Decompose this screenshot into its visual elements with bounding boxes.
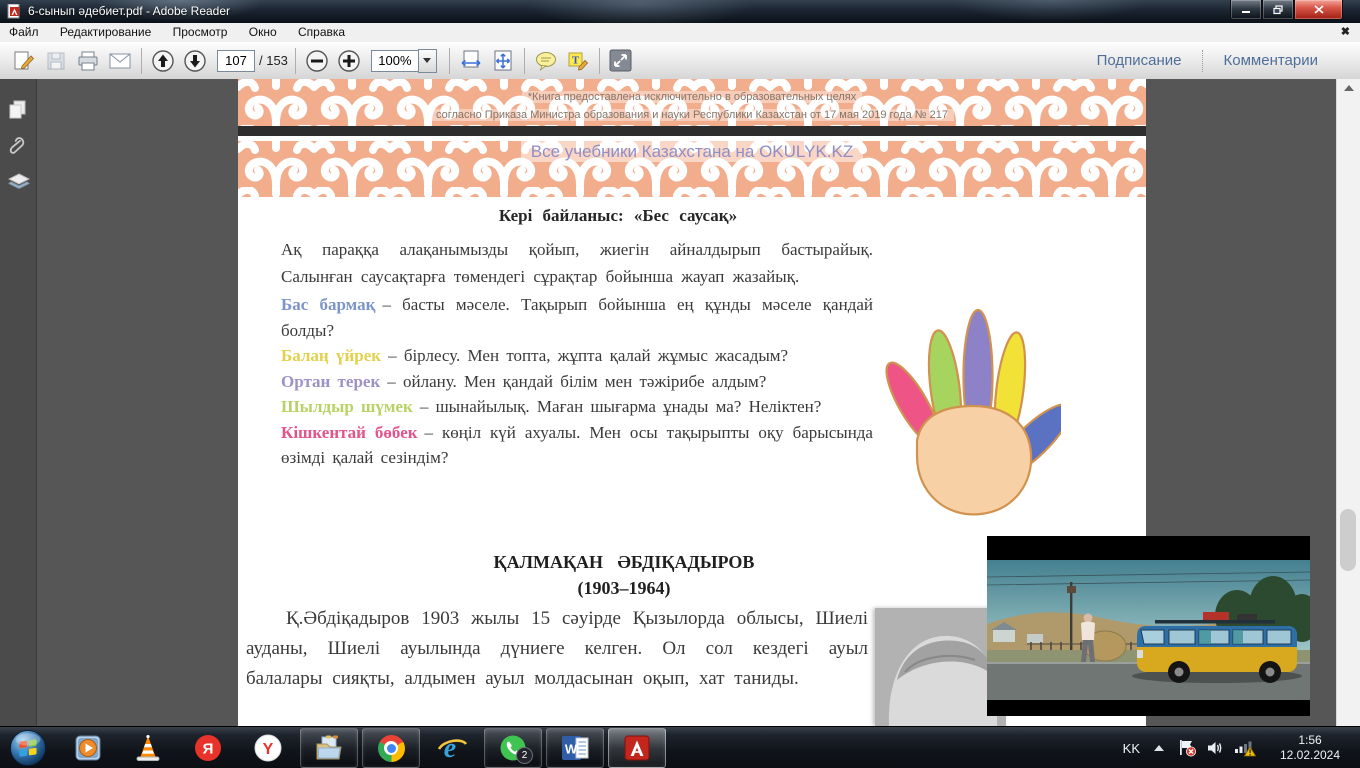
attachments-paperclip-button[interactable] [8,135,28,166]
menu-bar: Файл Редактирование Просмотр Окно Справк… [0,23,1360,43]
title-bar: 6-сынып әдебиет.pdf - Adobe Reader [0,0,1360,23]
signing-panel-button[interactable]: Подписание [1077,52,1202,69]
window-title: 6-сынып әдебиет.pdf - Adobe Reader [28,4,231,18]
fit-width-button[interactable] [455,47,487,75]
document-viewport: *Книга предоставлена исключительно в обр… [0,79,1360,726]
fit-page-button[interactable] [487,47,519,75]
zoom-level-input[interactable] [370,49,418,72]
finger-item: Балаң үйрек – бірлесу. Мен топта, жұпта қ… [281,343,873,369]
zoom-in-button[interactable] [333,47,365,75]
watermark-line-1: *Книга предоставлена исключительно в обр… [238,89,1146,105]
section-heading: Кері байланыс: «Бес саусақ» [498,206,738,225]
whatsapp-unread-badge: 2 [516,747,533,764]
menubar-close-icon[interactable]: ✖ [1341,25,1350,38]
page-number-input[interactable] [217,49,255,72]
finger-name: Ортан терек [281,371,381,391]
scrollbar-thumb[interactable] [1340,509,1356,571]
comment-bubble-button[interactable] [530,47,562,75]
svg-text:T: T [572,54,580,66]
finger-name: Балаң үйрек [281,346,382,365]
menu-item-help[interactable]: Справка [289,23,354,42]
volume-icon[interactable] [1207,740,1224,756]
scroll-up-arrow-icon[interactable] [1344,85,1354,91]
taskbar-media-player-button[interactable] [60,729,116,767]
menu-item-edit[interactable]: Редактирование [51,23,160,42]
author-heading-block: ҚАЛМАҚАН ӘБДІҚАДЫРОВ (1903–1964) [238,549,1010,601]
start-button[interactable] [8,728,48,768]
page-gap [238,126,1146,136]
svg-text:e: e [444,733,456,763]
menu-item-file[interactable]: Файл [0,23,48,42]
system-tray: KK 1:56 12.02.2024 [1123,733,1360,763]
pdf-page-previous: *Книга предоставлена исключительно в обр… [238,79,1146,126]
clock-time: 1:56 [1298,733,1322,747]
language-indicator[interactable]: KK [1123,741,1140,756]
taskbar-internet-explorer-button[interactable]: e [424,729,480,767]
menu-item-view[interactable]: Просмотр [164,23,237,42]
finger-name: Шылдыр шүмек [281,397,413,416]
finger-text: – бірлесу. Мен топта, жұпта қалай жұмыс … [388,346,789,365]
bio-partial-line: таниды. [734,668,799,689]
taskbar-whatsapp-button[interactable]: 2 [484,728,542,768]
email-button[interactable] [104,47,136,75]
page-thumbnails-button[interactable] [8,99,28,126]
intro-paragraph: Ақ параққа алақанымызды қойып, жиегін ай… [281,240,873,286]
save-button[interactable] [40,47,72,75]
minimize-button[interactable] [1230,0,1262,20]
clock-date: 12.02.2024 [1279,748,1341,762]
taskbar-adobe-reader-button[interactable] [608,728,666,768]
finger-item: Ортан терек – ойлану. Мен қандай білім ме… [281,369,873,395]
desktop: 6-сынып әдебиет.pdf - Adobe Reader Файл … [0,0,1360,768]
video-overlay-player[interactable] [987,536,1310,716]
zoom-dropdown-button[interactable] [417,48,437,73]
taskbar-chrome-button[interactable] [362,728,420,768]
vertical-scrollbar[interactable] [1336,79,1360,726]
bio-paragraph: Қ.Әбдіқадыров 1903 жылы 15 сәуірде Қызыл… [246,604,868,694]
watermark-line-2: согласно Приказа Министра образования и … [238,107,1146,123]
svg-text:Я: Я [203,741,214,758]
taskbar-word-button[interactable]: W [546,728,604,768]
finger-name: Кішкентай бөбек [281,422,418,442]
finger-item: Кішкентай бөбек – көңіл күй ахуалы. Мен о… [281,420,873,471]
layers-button[interactable] [7,173,31,198]
okulyk-banner: Все учебники Казахстана на OKULYK.KZ [238,141,1146,162]
previous-page-button[interactable] [147,47,179,75]
svg-text:W: W [565,742,578,757]
taskbar-yandex-browser-button[interactable]: Я [180,729,236,767]
menu-item-window[interactable]: Окно [240,23,286,42]
finger-list: Бас бармақ – басты мәселе. Тақырып бойынш… [281,292,873,471]
page-count-label: / 153 [259,53,288,68]
taskbar-file-explorer-button[interactable] [300,728,358,768]
network-status-icon[interactable] [1234,739,1256,757]
print-button[interactable] [72,47,104,75]
restore-button[interactable] [1262,0,1294,20]
toolbar: / 153 [0,42,1360,80]
taskbar-yandex-search-button[interactable]: Y [240,729,296,767]
fullscreen-button[interactable] [605,47,637,75]
finger-item: Бас бармақ – басты мәселе. Тақырып бойынш… [281,292,873,343]
clock[interactable]: 1:56 12.02.2024 [1270,733,1350,763]
next-page-button[interactable] [179,47,211,75]
video-frame [987,560,1310,700]
close-button[interactable] [1294,0,1343,20]
finger-item: Шылдыр шүмек – шынайылық. Маған шығарма ұ… [281,394,873,420]
svg-text:Y: Y [263,741,274,758]
finger-text: – ойлану. Мен қандай білім мен тәжірибе … [387,371,767,391]
hand-illustration [883,296,1072,529]
zoom-out-button[interactable] [301,47,333,75]
action-center-flag-icon[interactable] [1178,739,1197,757]
finger-text: – шынайылық. Маған шығарма ұнады ма? Нел… [419,397,822,416]
author-years: (1903–1964) [577,578,671,598]
fill-sign-button[interactable] [8,47,40,75]
taskbar: Я Y e 2 W KK 1:56 12.02.2024 [0,726,1360,768]
show-hidden-icons-button[interactable] [1154,745,1164,751]
taskbar-vlc-button[interactable] [120,729,176,767]
adobe-pdf-document-icon [7,3,22,24]
navigation-pane [0,79,37,726]
finger-name: Бас бармақ [281,295,376,314]
comments-panel-button[interactable]: Комментарии [1204,52,1338,69]
author-name: ҚАЛМАҚАН ӘБДІҚАДЫРОВ [493,552,755,572]
chrome-icon [377,734,405,762]
highlight-text-button[interactable]: T [562,47,594,75]
